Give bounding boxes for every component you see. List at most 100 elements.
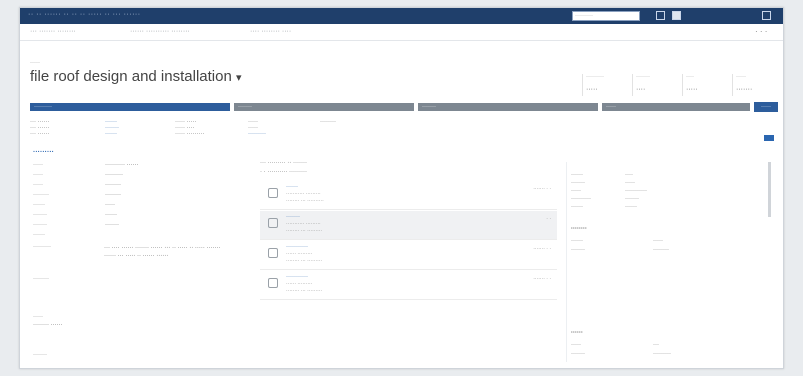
activity-actions[interactable]: ······· · · bbox=[533, 246, 551, 252]
field-label: ····· bbox=[33, 162, 43, 168]
panel-value[interactable]: ····· bbox=[625, 180, 635, 186]
panel-value[interactable]: ··········· bbox=[625, 188, 647, 194]
list-item[interactable]: ······· ··········· ········· ········ ·… bbox=[260, 211, 557, 240]
summary-col-2: ······ ······· ······ bbox=[105, 119, 119, 137]
field-value[interactable]: ····· bbox=[105, 202, 115, 208]
activity-detail: ········ ··· ·········· bbox=[286, 198, 324, 204]
kpi-label: ········· bbox=[586, 74, 604, 80]
panel-value[interactable]: ········ bbox=[653, 247, 669, 253]
panel-value[interactable]: ······ bbox=[625, 204, 637, 210]
activity-detail: ······ ········· bbox=[286, 281, 313, 287]
summary-col-4: ····· ····· ········· bbox=[248, 119, 266, 137]
panel-section-title: ········ bbox=[571, 226, 587, 232]
left-label: ········ bbox=[33, 276, 49, 282]
list-item[interactable]: ······ ··········· ········· ········ ··… bbox=[260, 181, 557, 210]
list-item[interactable]: ··········· ······ ········· ········ ··… bbox=[260, 241, 557, 270]
top-bar: ·· ·· ······ ·· ·· ·· ····· ·· ··· ·····… bbox=[20, 8, 783, 24]
help-icon[interactable] bbox=[762, 11, 771, 20]
activity-title[interactable]: ······ bbox=[286, 184, 298, 190]
field-row: ·············· bbox=[33, 222, 119, 228]
summary-link[interactable]: ········· bbox=[248, 131, 266, 137]
panel-value[interactable]: ···· bbox=[625, 172, 633, 178]
field-value[interactable]: ······· bbox=[105, 222, 119, 228]
field-row: ············· bbox=[33, 212, 117, 218]
field-value[interactable]: ······ bbox=[105, 212, 117, 218]
scrollbar[interactable] bbox=[768, 162, 771, 217]
description-text[interactable]: ··· ···· ······ ······· ······ ··· ·· ··… bbox=[104, 244, 234, 260]
field-value[interactable]: ········ bbox=[105, 182, 121, 188]
activity-title[interactable]: ······· bbox=[286, 214, 300, 220]
activity-detail: ········ ··· ········· bbox=[286, 258, 323, 264]
next-stage-button[interactable]: ····· bbox=[754, 102, 778, 112]
edit-button[interactable] bbox=[764, 135, 774, 141]
user-icon[interactable] bbox=[672, 11, 681, 20]
summary-value[interactable]: ······ bbox=[105, 131, 119, 137]
summary-col-5: ········ bbox=[320, 119, 336, 125]
task-icon bbox=[268, 248, 278, 258]
field-value[interactable]: ········ bbox=[105, 192, 121, 198]
stage-1[interactable]: ········· bbox=[30, 103, 234, 111]
summary-label: ········ bbox=[320, 119, 336, 125]
panel-link[interactable]: ······· bbox=[571, 351, 585, 357]
field-row: ·············· bbox=[33, 172, 123, 178]
activities-filter[interactable]: · · ·········· ········· bbox=[260, 169, 307, 175]
activity-title[interactable]: ··········· bbox=[286, 274, 308, 280]
section-title: ········· bbox=[33, 149, 54, 156]
kpi-label: ···· bbox=[686, 74, 694, 80]
kpi-value: ····· bbox=[686, 86, 698, 93]
kpi-4: ····· ······· bbox=[732, 74, 774, 96]
field-value[interactable]: ·········· ······ bbox=[105, 162, 139, 168]
stage-2[interactable]: ······· bbox=[234, 103, 418, 111]
nav-item-2[interactable]: ······ ·········· ········ bbox=[130, 28, 190, 35]
field-row: ········ ········ bbox=[33, 192, 121, 198]
panel-label: ······· bbox=[571, 180, 585, 186]
summary-col-3: ····· ····· ····· ···· ····· ········· bbox=[175, 119, 205, 137]
panel-label: ····· bbox=[571, 188, 581, 194]
kpi-value: ····· bbox=[586, 86, 598, 93]
field-row: ······ bbox=[33, 232, 45, 238]
list-item[interactable]: ··········· ······ ········· ········ ··… bbox=[260, 271, 557, 300]
panel-value[interactable]: ······· bbox=[625, 196, 639, 202]
summary-label: ··· ······ bbox=[30, 131, 50, 137]
nav-item-1[interactable]: ··· ······· ········ bbox=[30, 28, 76, 35]
page-title: file roof design and installation ▾ bbox=[30, 68, 242, 85]
kpi-value: ···· bbox=[636, 86, 646, 93]
panel-value[interactable]: ········· bbox=[653, 351, 671, 357]
field-label: ········ bbox=[33, 192, 49, 198]
left-value[interactable]: ········ ······ bbox=[33, 322, 63, 328]
summary-label: ····· ········· bbox=[175, 131, 205, 137]
stage-3[interactable]: ······· bbox=[418, 103, 602, 111]
activity-actions[interactable]: · · bbox=[546, 216, 551, 222]
field-row: ····· ·········· ······ bbox=[33, 162, 139, 168]
description-label: ········· bbox=[33, 244, 51, 250]
activity-detail: ··········· ········· bbox=[286, 221, 321, 227]
app-name: ·· ·· ······ ·· ·· ·· ····· ·· ··· ·····… bbox=[28, 11, 141, 18]
nav-right-tools[interactable]: · · · bbox=[755, 27, 767, 36]
settings-icon[interactable] bbox=[656, 11, 665, 20]
field-label: ······ bbox=[33, 202, 45, 208]
left-label: ····· bbox=[33, 314, 43, 320]
field-label: ····· bbox=[33, 172, 43, 178]
summary-col-1: ··· ······ ··· ······ ··· ······ bbox=[30, 119, 50, 137]
panel-value[interactable]: ··· bbox=[653, 342, 659, 348]
activity-actions[interactable]: ······· · · bbox=[533, 186, 551, 192]
stage-4[interactable]: ····· bbox=[602, 103, 754, 111]
field-value[interactable]: ········· bbox=[105, 172, 123, 178]
panel-value[interactable]: ····· bbox=[653, 238, 663, 244]
field-row: ············· bbox=[33, 182, 121, 188]
note-icon bbox=[268, 218, 278, 228]
kpi-3: ···· ····· bbox=[682, 74, 724, 96]
panel-label: ······ bbox=[571, 204, 583, 210]
task-icon bbox=[268, 278, 278, 288]
nav-item-3[interactable]: ···· ········ ···· bbox=[250, 28, 291, 35]
panel-label: ·········· bbox=[571, 196, 591, 202]
chevron-down-icon[interactable]: ▾ bbox=[236, 72, 242, 84]
activity-title[interactable]: ··········· bbox=[286, 244, 308, 250]
activity-actions[interactable]: ······· · · bbox=[533, 276, 551, 282]
field-label: ····· bbox=[33, 182, 43, 188]
phone-icon bbox=[268, 188, 278, 198]
app-window: ·· ·· ······ ·· ·· ·· ····· ·· ··· ·····… bbox=[19, 7, 784, 369]
process-bar: ········· ······· ······· ····· ····· bbox=[30, 102, 778, 112]
search-input[interactable]: ········· bbox=[572, 11, 640, 21]
activity-detail: ··········· ········· bbox=[286, 191, 321, 197]
